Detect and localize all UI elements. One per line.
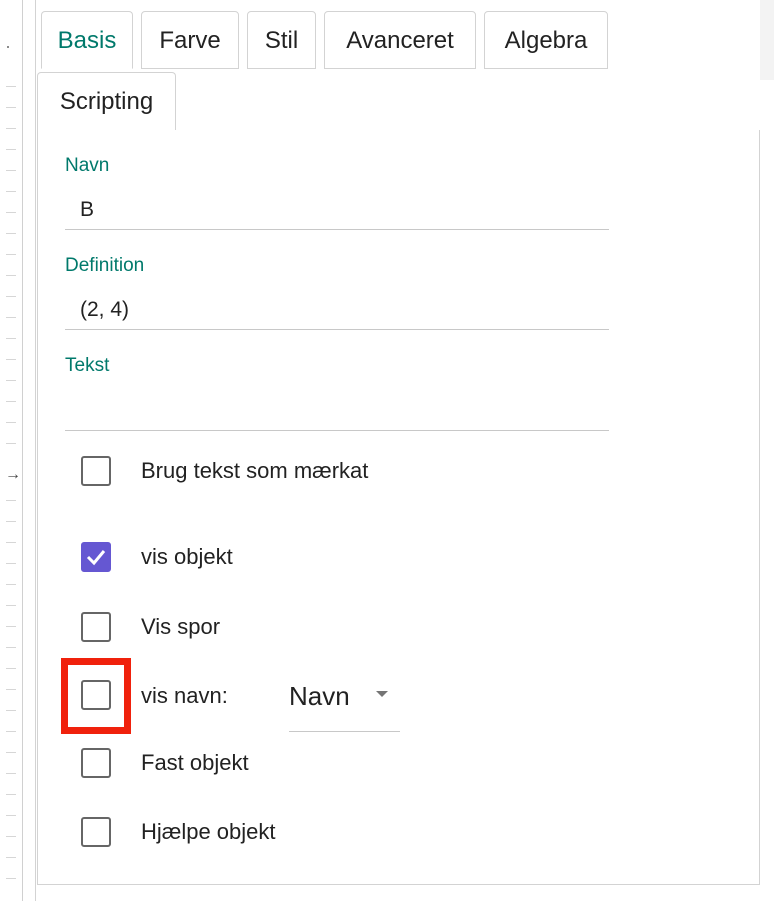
fix-object-label: Fast objekt bbox=[141, 750, 249, 775]
name-field[interactable] bbox=[65, 190, 609, 230]
show-trace-label: Vis spor bbox=[141, 614, 221, 639]
tab-basis[interactable]: Basis bbox=[41, 11, 133, 69]
ruler-tick bbox=[6, 380, 16, 381]
tab-label: Basis bbox=[57, 27, 117, 54]
ruler-tick bbox=[6, 773, 16, 774]
dropdown-value: Navn bbox=[289, 681, 350, 711]
tab-label: Algebra bbox=[504, 27, 588, 54]
ruler-tick bbox=[6, 878, 16, 879]
show-object-checkbox[interactable] bbox=[81, 542, 111, 572]
tab-label: Stil bbox=[264, 27, 299, 54]
ruler-tick bbox=[6, 794, 16, 795]
ruler-tick bbox=[6, 542, 16, 543]
ruler-tick bbox=[6, 275, 16, 276]
checkmark-icon bbox=[86, 550, 106, 566]
tab-label: Farve bbox=[159, 27, 221, 54]
tab-farve[interactable]: Farve bbox=[141, 11, 239, 69]
ruler-tick bbox=[6, 443, 16, 444]
right-arrow-icon: → bbox=[5, 466, 21, 483]
ruler-tick bbox=[6, 149, 16, 150]
ruler-tick bbox=[6, 422, 16, 423]
show-object-label: vis objekt bbox=[141, 544, 233, 569]
use-caption-checkbox[interactable] bbox=[81, 456, 111, 486]
ruler-tick bbox=[6, 668, 16, 669]
ruler-tick bbox=[6, 233, 16, 234]
caption-label: Tekst bbox=[65, 355, 110, 376]
definition-label: Definition bbox=[65, 255, 145, 276]
tab-label: Avanceret bbox=[346, 27, 454, 54]
auxiliary-label: Hjælpe objekt bbox=[141, 819, 276, 844]
tab-label: Scripting bbox=[59, 88, 154, 115]
ruler-tick bbox=[6, 563, 16, 564]
ruler-tick bbox=[6, 647, 16, 648]
ruler-tick bbox=[6, 857, 16, 858]
ruler-tick bbox=[6, 836, 16, 837]
use-caption-label: Brug tekst som mærkat bbox=[141, 458, 369, 483]
ruler-tick bbox=[6, 710, 16, 711]
ruler-tick bbox=[6, 815, 16, 816]
ruler-tick bbox=[6, 128, 16, 129]
fix-object-checkbox[interactable] bbox=[81, 748, 111, 778]
ruler-tick bbox=[6, 731, 16, 732]
ruler-tick bbox=[6, 752, 16, 753]
auxiliary-checkbox[interactable] bbox=[81, 817, 111, 847]
ruler-line bbox=[22, 0, 23, 901]
ruler-tick bbox=[6, 521, 16, 522]
panel-left-border bbox=[35, 0, 36, 901]
ruler-tick bbox=[6, 212, 16, 213]
show-trace-checkbox[interactable] bbox=[81, 612, 111, 642]
ruler-tick bbox=[6, 296, 16, 297]
ruler-tick bbox=[6, 605, 16, 606]
tab-avanceret[interactable]: Avanceret bbox=[324, 11, 476, 69]
ruler-tick bbox=[6, 500, 16, 501]
name-label: Navn bbox=[65, 155, 110, 176]
ruler-tick bbox=[6, 170, 16, 171]
definition-field[interactable] bbox=[65, 290, 609, 330]
ruler-tick bbox=[6, 107, 16, 108]
tab-stil[interactable]: Stil bbox=[247, 11, 316, 69]
ruler-tick bbox=[6, 626, 16, 627]
tab-scripting[interactable]: Scripting bbox=[37, 72, 176, 131]
ruler-strip: → bbox=[0, 0, 23, 901]
ruler-tick bbox=[6, 254, 16, 255]
scrollbar[interactable] bbox=[760, 0, 774, 80]
ruler-tick bbox=[6, 317, 16, 318]
tab-algebra[interactable]: Algebra bbox=[484, 11, 608, 69]
highlight-box bbox=[61, 658, 131, 734]
caption-field[interactable] bbox=[65, 391, 609, 431]
show-label-label: vis navn: bbox=[141, 683, 228, 708]
ruler-dot bbox=[7, 46, 9, 48]
ruler-tick bbox=[6, 401, 16, 402]
ruler-tick bbox=[6, 338, 16, 339]
ruler-tick bbox=[6, 86, 16, 87]
ruler-tick bbox=[6, 359, 16, 360]
caret-down-icon bbox=[376, 691, 388, 697]
ruler-tick bbox=[6, 689, 16, 690]
ruler-tick bbox=[6, 191, 16, 192]
ruler-tick bbox=[6, 584, 16, 585]
label-style-dropdown[interactable]: Navn bbox=[289, 664, 400, 732]
